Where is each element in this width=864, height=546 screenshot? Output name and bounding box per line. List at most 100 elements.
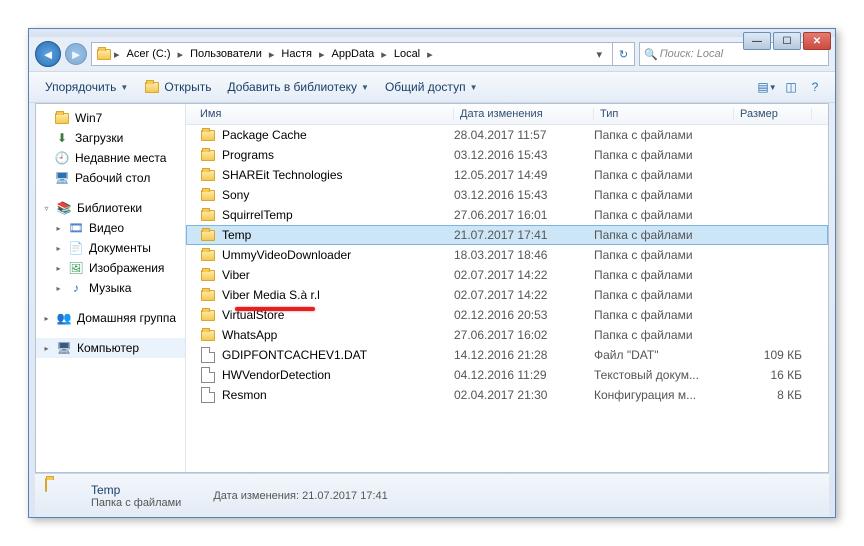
- sidebar-item-music[interactable]: ▸♪Музыка: [36, 278, 185, 298]
- sidebar-item-images[interactable]: ▸🖼Изображения: [36, 258, 185, 278]
- details-name: Temp: [91, 483, 181, 497]
- explorer-window: — ☐ ✕ ◄ ► ▸ Acer (C:)▸ Пользователи▸ Нас…: [28, 28, 836, 518]
- sidebar-group-homegroup[interactable]: ▸👥Домашняя группа: [36, 308, 185, 328]
- titlebar[interactable]: [29, 29, 835, 37]
- file-name: Package Cache: [222, 128, 307, 142]
- file-type: Файл "DAT": [594, 348, 734, 362]
- chevron-right-icon[interactable]: ▸: [379, 48, 389, 61]
- column-header-size[interactable]: Размер: [734, 108, 812, 120]
- expand-icon[interactable]: ▸: [42, 314, 51, 323]
- folder-icon: [200, 207, 216, 223]
- view-options-button[interactable]: ▤▼: [755, 75, 779, 99]
- collapse-icon[interactable]: ▿: [42, 204, 51, 213]
- add-to-library-button[interactable]: Добавить в библиотеку▼: [219, 76, 376, 98]
- file-type: Конфигурация м...: [594, 388, 734, 402]
- file-row[interactable]: Viber02.07.2017 14:22Папка с файлами: [186, 265, 828, 285]
- folder-icon: [200, 167, 216, 183]
- share-button[interactable]: Общий доступ▼: [377, 76, 486, 98]
- file-size: 8 КБ: [734, 388, 812, 402]
- file-row[interactable]: UmmyVideoDownloader18.03.2017 18:46Папка…: [186, 245, 828, 265]
- breadcrumb[interactable]: ▸ Acer (C:)▸ Пользователи▸ Настя▸ AppDat…: [91, 42, 635, 66]
- organize-button[interactable]: Упорядочить▼: [37, 76, 136, 98]
- file-date: 27.06.2017 16:01: [454, 208, 594, 222]
- chevron-down-icon: ▼: [120, 83, 128, 92]
- sidebar-item[interactable]: 🕘Недавние места: [36, 148, 185, 168]
- file-size: 109 КБ: [734, 348, 812, 362]
- music-icon: ♪: [68, 280, 84, 296]
- breadcrumb-segment[interactable]: Настя: [276, 43, 317, 65]
- chevron-right-icon[interactable]: ▸: [317, 48, 327, 61]
- breadcrumb-segment[interactable]: AppData: [326, 43, 379, 65]
- refresh-button[interactable]: ↻: [612, 43, 634, 65]
- libraries-icon: 📚: [56, 200, 72, 216]
- file-row[interactable]: Viber Media S.à r.l02.07.2017 14:22Папка…: [186, 285, 828, 305]
- file-date: 03.12.2016 15:43: [454, 188, 594, 202]
- file-row[interactable]: Temp21.07.2017 17:41Папка с файлами: [186, 225, 828, 245]
- column-header-type[interactable]: Тип: [594, 108, 734, 120]
- details-meta: Дата изменения: 21.07.2017 17:41: [213, 490, 387, 502]
- chevron-right-icon[interactable]: ▸: [176, 48, 186, 61]
- file-name: WhatsApp: [222, 328, 277, 342]
- expand-icon[interactable]: ▸: [42, 344, 51, 353]
- sidebar-group-libraries[interactable]: ▿📚Библиотеки: [36, 198, 185, 218]
- file-type: Текстовый докум...: [594, 368, 734, 382]
- chevron-right-icon[interactable]: ▸: [267, 48, 277, 61]
- help-button[interactable]: ?: [803, 75, 827, 99]
- minimize-button[interactable]: —: [743, 32, 771, 50]
- file-date: 12.05.2017 14:49: [454, 168, 594, 182]
- preview-pane-button[interactable]: ◫: [779, 75, 803, 99]
- breadcrumb-segment[interactable]: Local: [389, 43, 425, 65]
- file-name: UmmyVideoDownloader: [222, 248, 351, 262]
- file-row[interactable]: Resmon02.04.2017 21:30Конфигурация м...8…: [186, 385, 828, 405]
- folder-icon: [200, 327, 216, 343]
- file-date: 02.12.2016 20:53: [454, 308, 594, 322]
- file-type: Папка с файлами: [594, 208, 734, 222]
- file-row[interactable]: WhatsApp27.06.2017 16:02Папка с файлами: [186, 325, 828, 345]
- file-date: 02.07.2017 14:22: [454, 268, 594, 282]
- downloads-icon: ⬇: [54, 130, 70, 146]
- sidebar-item[interactable]: ⬇Загрузки: [36, 128, 185, 148]
- file-row[interactable]: SHAREit Technologies 12.05.2017 14:49Папк…: [186, 165, 828, 185]
- file-type: Папка с файлами: [594, 248, 734, 262]
- sidebar-item-video[interactable]: ▸🎞Видео: [36, 218, 185, 238]
- file-type: Папка с файлами: [594, 288, 734, 302]
- folder-icon: [200, 187, 216, 203]
- file-date: 02.07.2017 14:22: [454, 288, 594, 302]
- file-row[interactable]: Package Cache28.04.2017 11:57Папка с фай…: [186, 125, 828, 145]
- file-name: GDIPFONTCACHEV1.DAT: [222, 348, 367, 362]
- column-header-date[interactable]: Дата изменения: [454, 108, 594, 120]
- file-name: Resmon: [222, 388, 267, 402]
- maximize-button[interactable]: ☐: [773, 32, 801, 50]
- folder-icon: [200, 127, 216, 143]
- file-row[interactable]: Sony03.12.2016 15:43Папка с файлами: [186, 185, 828, 205]
- column-header-name[interactable]: Имя: [194, 108, 454, 120]
- file-type: Папка с файлами: [594, 168, 734, 182]
- folder-icon: [54, 110, 70, 126]
- video-icon: 🎞: [68, 220, 84, 236]
- open-button[interactable]: Открыть: [136, 75, 219, 99]
- details-type: Папка с файлами: [91, 497, 181, 509]
- sidebar-item[interactable]: Win7: [36, 108, 185, 128]
- file-name: SHAREit Technologies: [222, 168, 343, 182]
- close-button[interactable]: ✕: [803, 32, 831, 50]
- file-row[interactable]: Programs03.12.2016 15:43Папка с файлами: [186, 145, 828, 165]
- file-row[interactable]: SquirrelTemp 27.06.2017 16:01Папка с файл…: [186, 205, 828, 225]
- file-type: Папка с файлами: [594, 148, 734, 162]
- breadcrumb-segment[interactable]: Пользователи: [185, 43, 267, 65]
- sidebar-group-computer[interactable]: ▸🖥Компьютер: [36, 338, 185, 358]
- sidebar-item-documents[interactable]: ▸📄Документы: [36, 238, 185, 258]
- images-icon: 🖼: [68, 260, 84, 276]
- dropdown-icon[interactable]: ▾: [594, 48, 604, 61]
- file-name: SquirrelTemp: [222, 208, 293, 222]
- breadcrumb-segment[interactable]: Acer (C:): [122, 43, 176, 65]
- nav-forward-button[interactable]: ►: [65, 43, 87, 65]
- chevron-right-icon[interactable]: ▸: [425, 48, 435, 61]
- nav-back-button[interactable]: ◄: [35, 41, 61, 67]
- folder-icon: [200, 287, 216, 303]
- chevron-right-icon[interactable]: ▸: [112, 48, 122, 61]
- recent-icon: 🕘: [54, 150, 70, 166]
- file-row[interactable]: HWVendorDetection04.12.2016 11:29Текстов…: [186, 365, 828, 385]
- file-row[interactable]: GDIPFONTCACHEV1.DAT14.12.2016 21:28Файл …: [186, 345, 828, 365]
- folder-icon: [200, 267, 216, 283]
- sidebar-item[interactable]: 🖥Рабочий стол: [36, 168, 185, 188]
